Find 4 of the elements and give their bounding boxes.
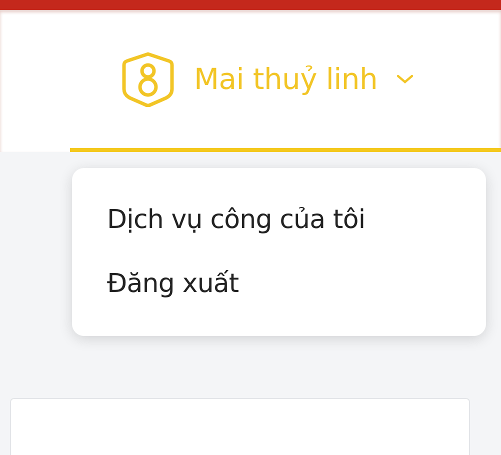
menu-item[interactable]: Dịch vụ công của tôi [72, 188, 486, 252]
menu-item[interactable]: Đăng xuất [72, 252, 486, 316]
user-shield-icon [120, 51, 176, 107]
chevron-down-icon[interactable] [396, 73, 414, 85]
